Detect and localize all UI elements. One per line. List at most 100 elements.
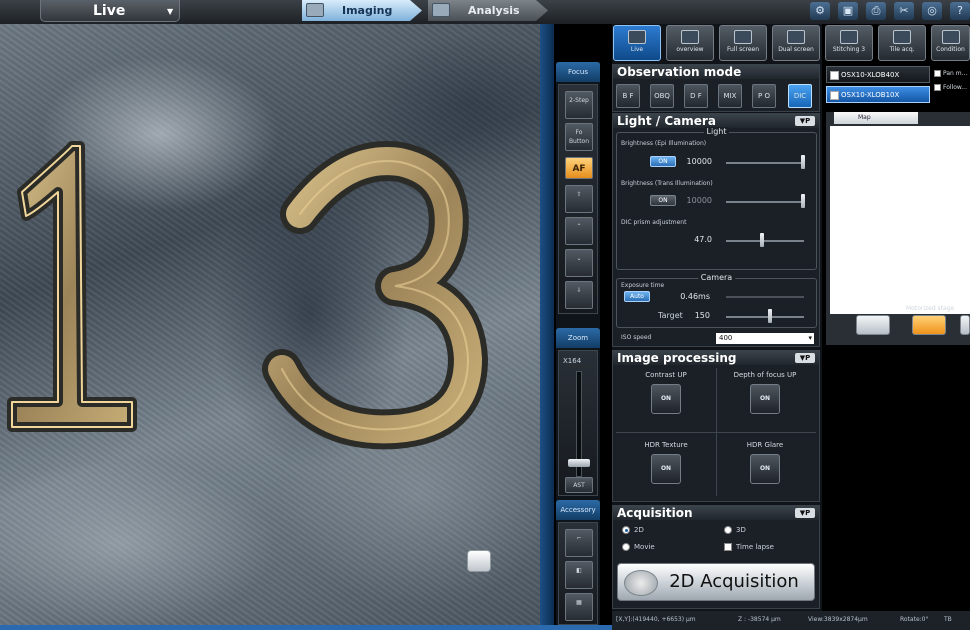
depth-focus-button[interactable]: ON [750, 384, 780, 414]
pin-icon[interactable]: ▼P [795, 116, 815, 126]
full-screen-label: Full screen [726, 46, 760, 53]
mode-bf-button[interactable]: B F [616, 84, 640, 108]
brightness-trans-value[interactable]: 10000 [680, 196, 712, 205]
overview-button[interactable]: overview [666, 25, 714, 61]
digit-one [7, 141, 137, 432]
condition-button[interactable]: Condition [931, 25, 970, 61]
stitching-icon [840, 30, 858, 44]
live-image-view[interactable] [0, 24, 540, 625]
mode-po-button[interactable]: P O [752, 84, 776, 108]
tab-analysis[interactable]: Analysis [428, 0, 548, 21]
zoom-panel: X164 AST [558, 350, 598, 496]
mode-df-button[interactable]: D F [684, 84, 708, 108]
help-icon[interactable]: ? [950, 2, 970, 20]
mode-mix-button[interactable]: MIX [718, 84, 742, 108]
iso-select[interactable]: 400 ▾ [716, 333, 814, 344]
focus-header: Focus [556, 62, 600, 82]
camera-icon [624, 570, 658, 596]
imaging-icon [306, 3, 324, 17]
hdr-texture-button[interactable]: ON [651, 454, 681, 484]
pin-icon[interactable]: ▼P [795, 508, 815, 518]
pan-checkbox[interactable]: Pan m... [934, 70, 967, 77]
focus-down-fast-icon[interactable]: ⇩ [565, 281, 593, 309]
brightness-epi-value[interactable]: 10000 [680, 157, 712, 166]
fo-button[interactable]: Fo Button [565, 123, 593, 151]
tab-imaging[interactable]: Imaging [302, 0, 422, 21]
focus-up-fast-icon[interactable]: ⇧ [565, 185, 593, 213]
map-panel: Map Motorized stage [826, 112, 970, 345]
live-label: Live [93, 3, 126, 19]
status-z: Z : -38574 μm [738, 616, 781, 623]
chevron-down-icon: ▼ [167, 7, 174, 16]
radio-3d[interactable] [724, 526, 732, 534]
iso-value: 400 [719, 334, 733, 342]
view-pan-button[interactable] [467, 550, 491, 572]
tile-acq-button[interactable]: Tile acq. [878, 25, 926, 61]
brightness-epi-slider[interactable] [726, 162, 804, 164]
objective-40x[interactable]: OSX10-XLOB40X [826, 66, 930, 83]
hdr-glare-label: HDR Glare [746, 441, 784, 449]
pan-checkbox-label: Pan m... [943, 70, 968, 77]
motorized-stage-label: Motorized stage [906, 305, 955, 312]
tools-icon[interactable]: ✂ [894, 2, 914, 20]
radio-2d[interactable] [622, 526, 630, 534]
stitching-button[interactable]: Stitching 3 [825, 25, 873, 61]
hdr-texture-label: HDR Texture [644, 441, 688, 449]
dic-slider[interactable] [726, 240, 804, 242]
save-icon[interactable]: ▣ [838, 2, 858, 20]
zoom-ast-button[interactable]: AST [565, 477, 593, 493]
brightness-epi-on-button[interactable]: ON [650, 156, 676, 167]
focus-down-icon[interactable]: ⌄ [565, 249, 593, 277]
objective-10x[interactable]: OSX10-XLOB10X [826, 86, 930, 103]
map-button-left[interactable] [856, 315, 890, 335]
accessory-grid-icon[interactable]: ▦ [565, 593, 593, 621]
live-dropdown[interactable]: Live ▼ [40, 0, 180, 22]
pin-icon[interactable]: ▼P [795, 353, 815, 363]
brightness-epi-knob[interactable] [801, 155, 805, 169]
map-tab[interactable]: Map [834, 112, 918, 124]
image-processing-header: Image processing ▼P [613, 351, 819, 365]
brightness-trans-on-button[interactable]: ON [650, 195, 676, 206]
dic-value[interactable]: 47.0 [680, 235, 712, 244]
target-value[interactable]: 150 [688, 311, 710, 320]
brightness-trans-knob[interactable] [801, 194, 805, 208]
exposure-value[interactable]: 0.46ms [668, 292, 710, 301]
contrast-up-button[interactable]: ON [651, 384, 681, 414]
radio-movie[interactable] [622, 543, 630, 551]
accessory-cube-icon[interactable]: ◧ [565, 561, 593, 589]
checkbox-box [934, 84, 941, 91]
mode-obq-button[interactable]: OBQ [650, 84, 674, 108]
dic-knob[interactable] [760, 233, 764, 247]
map-button-right[interactable] [960, 315, 970, 335]
exposure-slider[interactable] [726, 296, 804, 298]
live-mode-button[interactable]: Live [613, 25, 661, 61]
target-slider[interactable] [726, 316, 804, 318]
focus-panel: 2-Step Fo Button AF ⇧ ⌃ ⌄ ⇩ [558, 84, 598, 314]
brightness-trans-slider[interactable] [726, 201, 804, 203]
target-knob[interactable] [768, 309, 772, 323]
print-icon[interactable]: ⎙ [866, 2, 886, 20]
hdr-glare-button[interactable]: ON [750, 454, 780, 484]
mode-dic-button[interactable]: DIC [788, 84, 812, 108]
exposure-auto-button[interactable]: Auto [624, 291, 650, 302]
play-button[interactable] [912, 315, 946, 335]
autofocus-button[interactable]: AF [565, 157, 593, 179]
dual-screen-button[interactable]: Dual screen [772, 25, 820, 61]
zoom-slider-knob[interactable] [568, 459, 590, 467]
full-screen-button[interactable]: Full screen [719, 25, 767, 61]
time-lapse-checkbox[interactable] [724, 543, 732, 551]
focus-up-icon[interactable]: ⌃ [565, 217, 593, 245]
map-canvas[interactable] [830, 126, 970, 314]
stitching-label: Stitching 3 [832, 46, 866, 53]
focus-zoom-column: Focus 2-Step Fo Button AF ⇧ ⌃ ⌄ ⇩ Zoom X… [556, 62, 600, 625]
app-window: Live ▼ Imaging Analysis ⚙ ▣ ⎙ ✂ ◎ ? Focu… [0, 0, 970, 630]
status-tilt: TB [944, 616, 952, 623]
settings-icon[interactable]: ⚙ [810, 2, 830, 20]
follow-checkbox[interactable]: Follow... [934, 84, 967, 91]
acquisition-2d-button[interactable]: 2D Acquisition [617, 563, 815, 601]
two-step-button[interactable]: 2-Step [565, 91, 593, 119]
accessory-arm-icon[interactable]: ⌐ [565, 529, 593, 557]
options-icon[interactable]: ◎ [922, 2, 942, 20]
status-bar: [X,Y]:(419440, +6653) μm Z : -38574 μm V… [612, 611, 970, 630]
light-camera-title: Light / Camera [617, 114, 716, 128]
